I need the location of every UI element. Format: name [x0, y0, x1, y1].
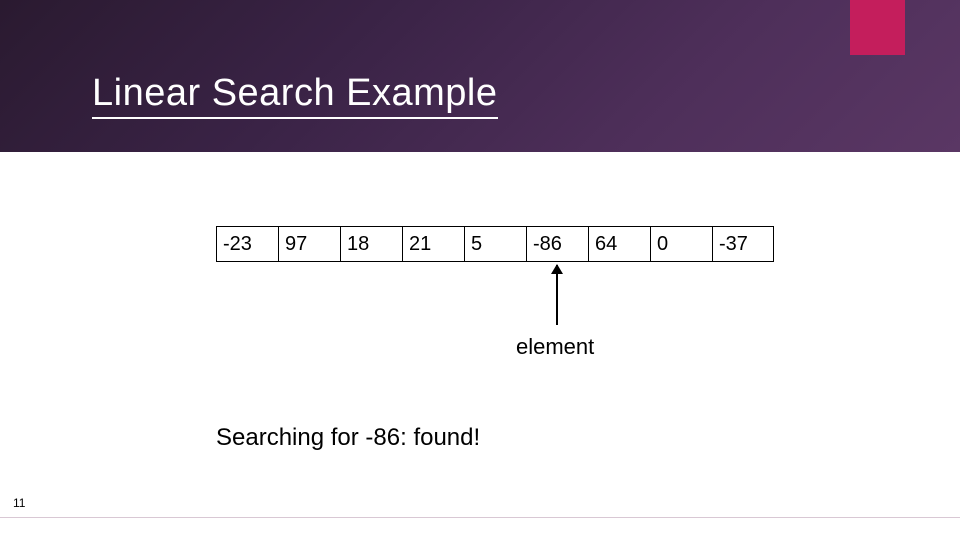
array-cell: -86	[526, 226, 588, 262]
footer-divider	[0, 517, 960, 518]
array-cell: 97	[278, 226, 340, 262]
array-cell: 21	[402, 226, 464, 262]
page-number: 11	[13, 496, 25, 510]
array-cell: -37	[712, 226, 774, 262]
pointer-label: element	[516, 334, 594, 360]
header-band: Linear Search Example	[0, 0, 960, 152]
arrow-up-icon	[556, 265, 558, 325]
slide-title: Linear Search Example	[92, 72, 498, 119]
array-cell: 0	[650, 226, 712, 262]
array-cell: 18	[340, 226, 402, 262]
array-cell: 5	[464, 226, 526, 262]
search-status: Searching for -86: found!	[216, 424, 480, 452]
array-cell: 64	[588, 226, 650, 262]
accent-block	[850, 0, 905, 55]
array-cell: -23	[216, 226, 278, 262]
array-row: -23 97 18 21 5 -86 64 0 -37	[216, 226, 774, 262]
